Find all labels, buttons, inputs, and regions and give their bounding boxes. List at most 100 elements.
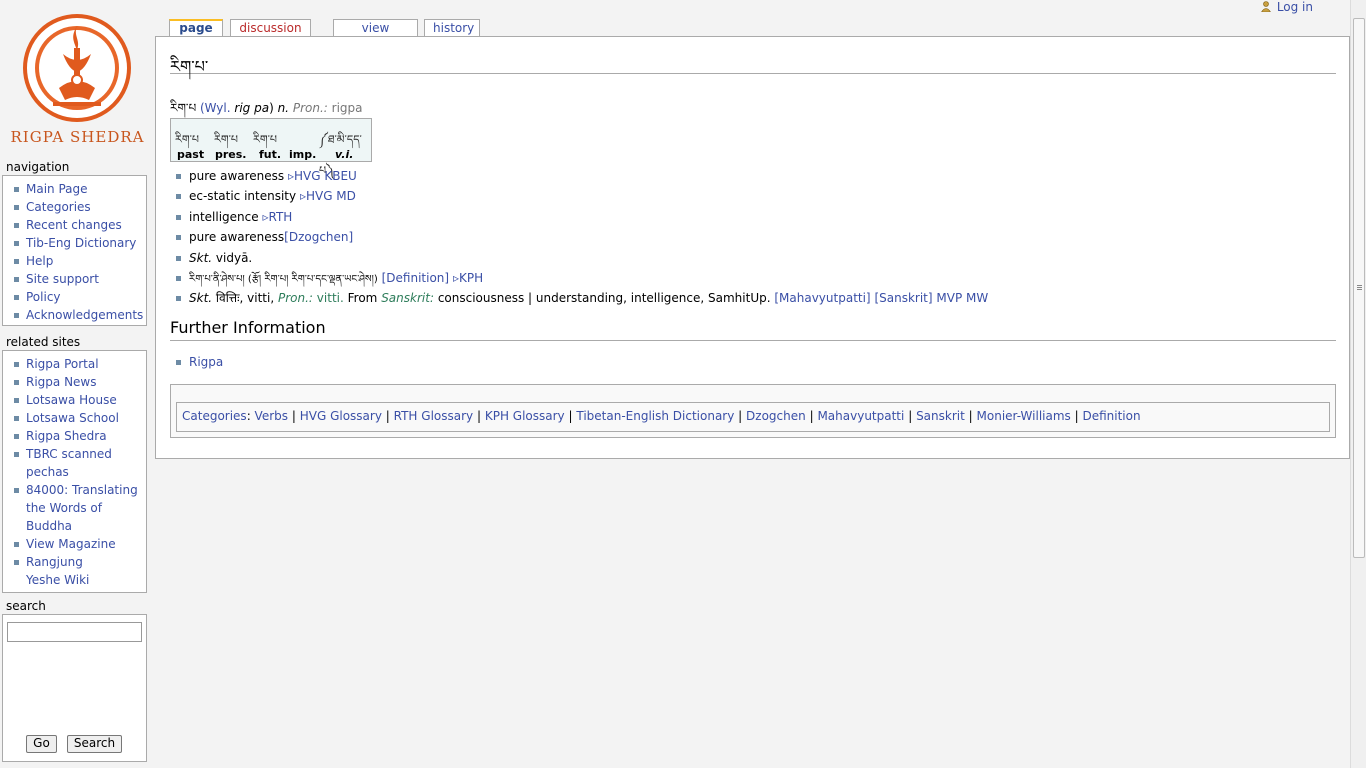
- sanskrit-link[interactable]: [Sanskrit]: [874, 291, 932, 305]
- sidebar-item-label[interactable]: Lotsawa School: [26, 411, 119, 425]
- sidebar-item-label[interactable]: Acknowledgements: [26, 308, 143, 322]
- category-mahavyutpatti[interactable]: Mahavyutpatti: [817, 409, 904, 423]
- list-item: pure awareness ▹HVG KBEU: [176, 167, 988, 187]
- sidebar-item-label[interactable]: Rangjung Yeshe Wiki: [26, 555, 89, 587]
- definition-source-link[interactable]: ▹HVG KBEU: [288, 169, 357, 183]
- wylie-value: rig pa: [234, 101, 270, 115]
- list-item: Skt. vidyā.: [176, 249, 988, 269]
- sidebar-item-label[interactable]: Categories: [26, 200, 91, 214]
- sidebar-item-label[interactable]: Recent changes: [26, 218, 122, 232]
- sidebar-item-label[interactable]: Main Page: [26, 182, 88, 196]
- definition-text: རིག་པ་ནི་ཤེས་པ། (རྩོ། རིག་པ། རིག་པ་དང་ལྡ…: [189, 273, 378, 285]
- list-item: ec-static intensity ▹HVG MD: [176, 187, 988, 207]
- sidebar-item-rangjung-yeshe-wiki[interactable]: Rangjung Yeshe Wiki: [13, 553, 118, 589]
- user-icon: [1260, 1, 1271, 12]
- categories-link[interactable]: Categories: [182, 409, 247, 423]
- definition-source-link-2[interactable]: ▹KPH: [453, 271, 483, 285]
- category-tibetan-english-dictionary[interactable]: Tibetan-English Dictionary: [576, 409, 734, 423]
- further-information-heading: Further Information: [170, 318, 1336, 341]
- mvp-link[interactable]: MVP: [936, 291, 962, 305]
- lead-tibetan: རིག་པ: [170, 101, 197, 115]
- mahavyutpatti-link[interactable]: [Mahavyutpatti]: [774, 291, 870, 305]
- category-rth-glossary[interactable]: RTH Glossary: [394, 409, 474, 423]
- search-input[interactable]: [7, 622, 142, 642]
- related-sites-portlet: Rigpa Portal Rigpa News Lotsawa House Lo…: [2, 350, 147, 593]
- sidebar-item-help[interactable]: Help: [13, 252, 146, 270]
- definition-source-link[interactable]: [Definition]: [382, 271, 449, 285]
- verb-label-imperative: imp.: [289, 148, 317, 161]
- pron-value: vitti.: [316, 291, 344, 306]
- sidebar-item-acknowledgements[interactable]: Acknowledgements: [13, 306, 146, 324]
- tab-view-source[interactable]: view source: [333, 19, 418, 51]
- sidebar-item-label[interactable]: Help: [26, 254, 53, 268]
- site-logo[interactable]: RIGPA SHEDRA: [0, 0, 155, 155]
- mw-link[interactable]: MW: [966, 291, 988, 305]
- verb-forms-table: རིག་པ རིག་པ རིག་པ ༼ཐ་མི་དད་པ༽ past pres.…: [170, 118, 372, 177]
- definition-text: ec-static intensity: [189, 189, 297, 204]
- category-links: Categories: Verbs | HVG Glossary | RTH G…: [176, 402, 1330, 432]
- definition-text: , vitti,: [239, 291, 275, 306]
- wylie-link[interactable]: Wyl.: [205, 101, 231, 115]
- category-hvg-glossary[interactable]: HVG Glossary: [300, 409, 382, 423]
- definition-source-link[interactable]: [Dzogchen]: [284, 230, 353, 244]
- pron-value: rigpa: [331, 101, 363, 115]
- definition-text: pure awareness: [189, 169, 285, 183]
- definition-source-link[interactable]: ▹HVG MD: [300, 189, 356, 203]
- category-definition[interactable]: Definition: [1082, 409, 1140, 423]
- category-dzogchen[interactable]: Dzogchen: [746, 409, 806, 423]
- sidebar-item-main-page[interactable]: Main Page: [13, 180, 146, 198]
- verb-label-future: fut.: [259, 148, 282, 161]
- search-button[interactable]: Search: [67, 735, 122, 753]
- go-button[interactable]: Go: [26, 735, 57, 753]
- part-of-speech: n.: [277, 101, 289, 115]
- sidebar-item-label[interactable]: TBRC scanned pechas: [26, 447, 112, 479]
- scrollbar-thumb[interactable]: [1353, 18, 1365, 558]
- tab-discussion[interactable]: discussion: [230, 19, 311, 37]
- verb-label-past: past: [177, 148, 205, 161]
- sidebar-item-label[interactable]: Rigpa News: [26, 375, 97, 389]
- sidebar-item-lotsawa-school[interactable]: Lotsawa School: [13, 409, 146, 427]
- definition-text: intelligence: [189, 209, 259, 224]
- sidebar-item-label[interactable]: Site support: [26, 272, 99, 286]
- navigation-portlet: Main Page Categories Recent changes Tib-…: [2, 175, 147, 326]
- sidebar-item-label[interactable]: Rigpa Portal: [26, 357, 99, 371]
- tab-history[interactable]: history: [424, 19, 480, 37]
- definition-list: pure awareness ▹HVG KBEU ec-static inten…: [176, 167, 988, 310]
- sidebar-item-policy[interactable]: Policy: [13, 288, 146, 306]
- sidebar-item-label[interactable]: 84000: Translating the Words of Buddha: [26, 483, 138, 533]
- login-link[interactable]: Log in: [1260, 0, 1313, 14]
- sidebar-item-rigpa-shedra[interactable]: Rigpa Shedra: [13, 427, 146, 445]
- category-verbs[interactable]: Verbs: [255, 409, 288, 423]
- sidebar-item-rigpa-news[interactable]: Rigpa News: [13, 373, 146, 391]
- sidebar-item-site-support[interactable]: Site support: [13, 270, 146, 288]
- sidebar-item-label[interactable]: Tib-Eng Dictionary: [26, 236, 136, 250]
- sidebar-item-categories[interactable]: Categories: [13, 198, 146, 216]
- rigpa-link[interactable]: Rigpa: [189, 355, 223, 369]
- tab-discussion-label: discussion: [239, 21, 302, 35]
- sidebar-item-view-magazine[interactable]: View Magazine: [13, 535, 146, 553]
- verb-label-type: v.i.: [335, 148, 354, 161]
- sidebar-item-tbrc-scanned-pechas[interactable]: TBRC scanned pechas: [13, 445, 118, 481]
- sanskrit-abbrev: Skt.: [189, 291, 213, 306]
- list-item: རིག་པ་ནི་ཤེས་པ། (རྩོ། རིག་པ། རིག་པ་དང་ལྡ…: [176, 269, 988, 289]
- category-kph-glossary[interactable]: KPH Glossary: [485, 409, 565, 423]
- verb-label-present: pres.: [215, 148, 247, 161]
- sanskrit-abbrev: Skt.: [189, 250, 213, 265]
- scroll-grip-line: [1357, 287, 1362, 288]
- sidebar-item-label[interactable]: Rigpa Shedra: [26, 429, 107, 443]
- sidebar-item-tib-eng-dictionary[interactable]: Tib-Eng Dictionary: [13, 234, 146, 252]
- sidebar-item-84000[interactable]: 84000: Translating the Words of Buddha: [13, 481, 138, 535]
- navigation-title: navigation: [6, 160, 70, 174]
- category-sanskrit[interactable]: Sanskrit: [916, 409, 965, 423]
- page-scrollbar[interactable]: [1350, 0, 1366, 768]
- category-box: Categories: Verbs | HVG Glossary | RTH G…: [170, 384, 1336, 438]
- sidebar-item-label[interactable]: Policy: [26, 290, 61, 304]
- definition-source-link[interactable]: ▹RTH: [262, 210, 292, 224]
- sidebar-item-lotsawa-house[interactable]: Lotsawa House: [13, 391, 146, 409]
- category-monier-williams[interactable]: Monier-Williams: [977, 409, 1071, 423]
- sidebar-item-label[interactable]: Lotsawa House: [26, 393, 117, 407]
- sidebar-item-label[interactable]: View Magazine: [26, 537, 116, 551]
- list-item: intelligence ▹RTH: [176, 208, 988, 228]
- sidebar-item-rigpa-portal[interactable]: Rigpa Portal: [13, 355, 146, 373]
- sidebar-item-recent-changes[interactable]: Recent changes: [13, 216, 146, 234]
